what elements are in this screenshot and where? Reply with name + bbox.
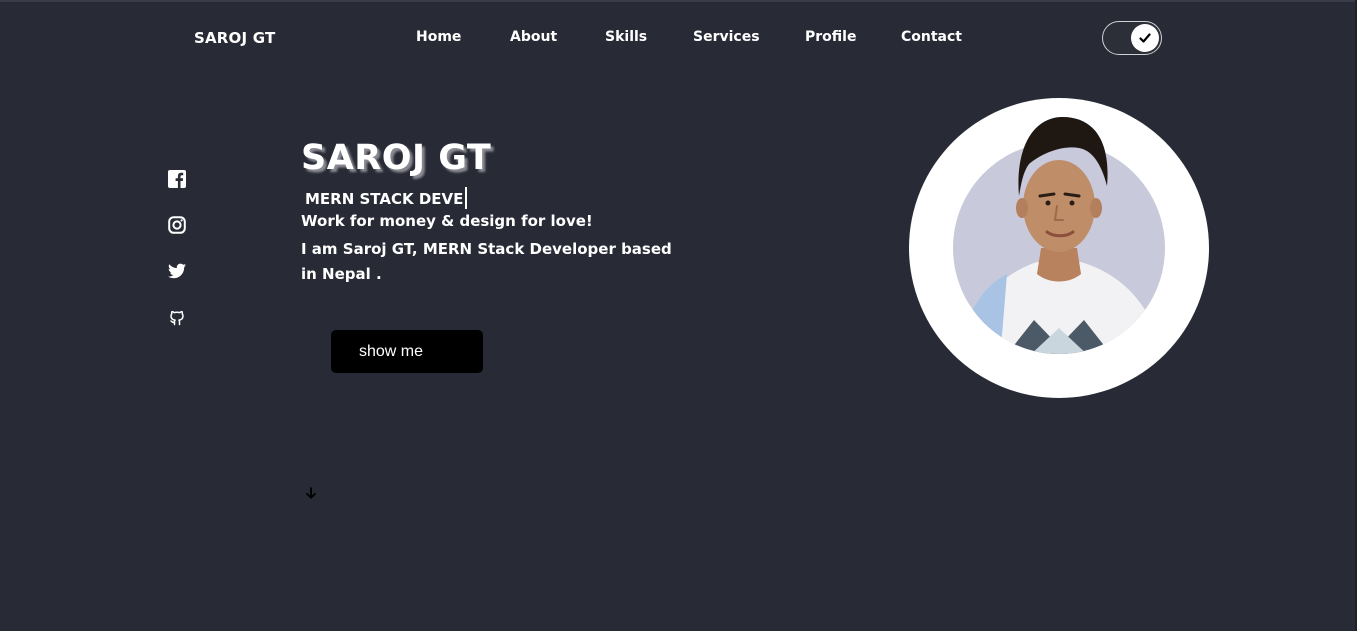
nav-contact[interactable]: Contact <box>901 29 962 45</box>
arrow-down-icon[interactable] <box>304 486 318 500</box>
typing-cursor <box>465 187 468 209</box>
hero-tagline: Work for money & design for love! <box>301 212 593 230</box>
instagram-icon <box>168 216 186 234</box>
github-link[interactable] <box>166 306 188 328</box>
nav-home[interactable]: Home <box>416 29 461 45</box>
nav-profile[interactable]: Profile <box>805 29 856 45</box>
theme-toggle[interactable] <box>1102 21 1162 55</box>
hero-title: SAROJ GT <box>301 138 492 178</box>
nav-about[interactable]: About <box>510 29 557 45</box>
typed-role-text: MERN STACK DEVE <box>305 190 464 208</box>
hero-bio: I am Saroj GT, MERN Stack Developer base… <box>301 240 672 283</box>
nav-skills[interactable]: Skills <box>605 29 647 45</box>
instagram-link[interactable] <box>166 214 188 236</box>
twitter-link[interactable] <box>166 260 188 282</box>
show-me-button[interactable]: show me <box>331 330 483 373</box>
check-icon <box>1139 33 1151 43</box>
nav-services[interactable]: Services <box>693 29 760 45</box>
portfolio-page: SAROJ GT Home About Skills Services Prof… <box>0 0 1357 631</box>
facebook-icon <box>168 170 186 188</box>
brand-logo[interactable]: SAROJ GT <box>194 29 275 47</box>
profile-avatar <box>909 98 1209 398</box>
twitter-icon <box>168 263 186 279</box>
top-border <box>0 0 1357 2</box>
facebook-link[interactable] <box>166 168 188 190</box>
profile-photo <box>953 116 1165 354</box>
typed-role: MERN STACK DEVE <box>305 187 468 209</box>
github-icon <box>170 310 184 326</box>
toggle-knob <box>1131 24 1159 52</box>
